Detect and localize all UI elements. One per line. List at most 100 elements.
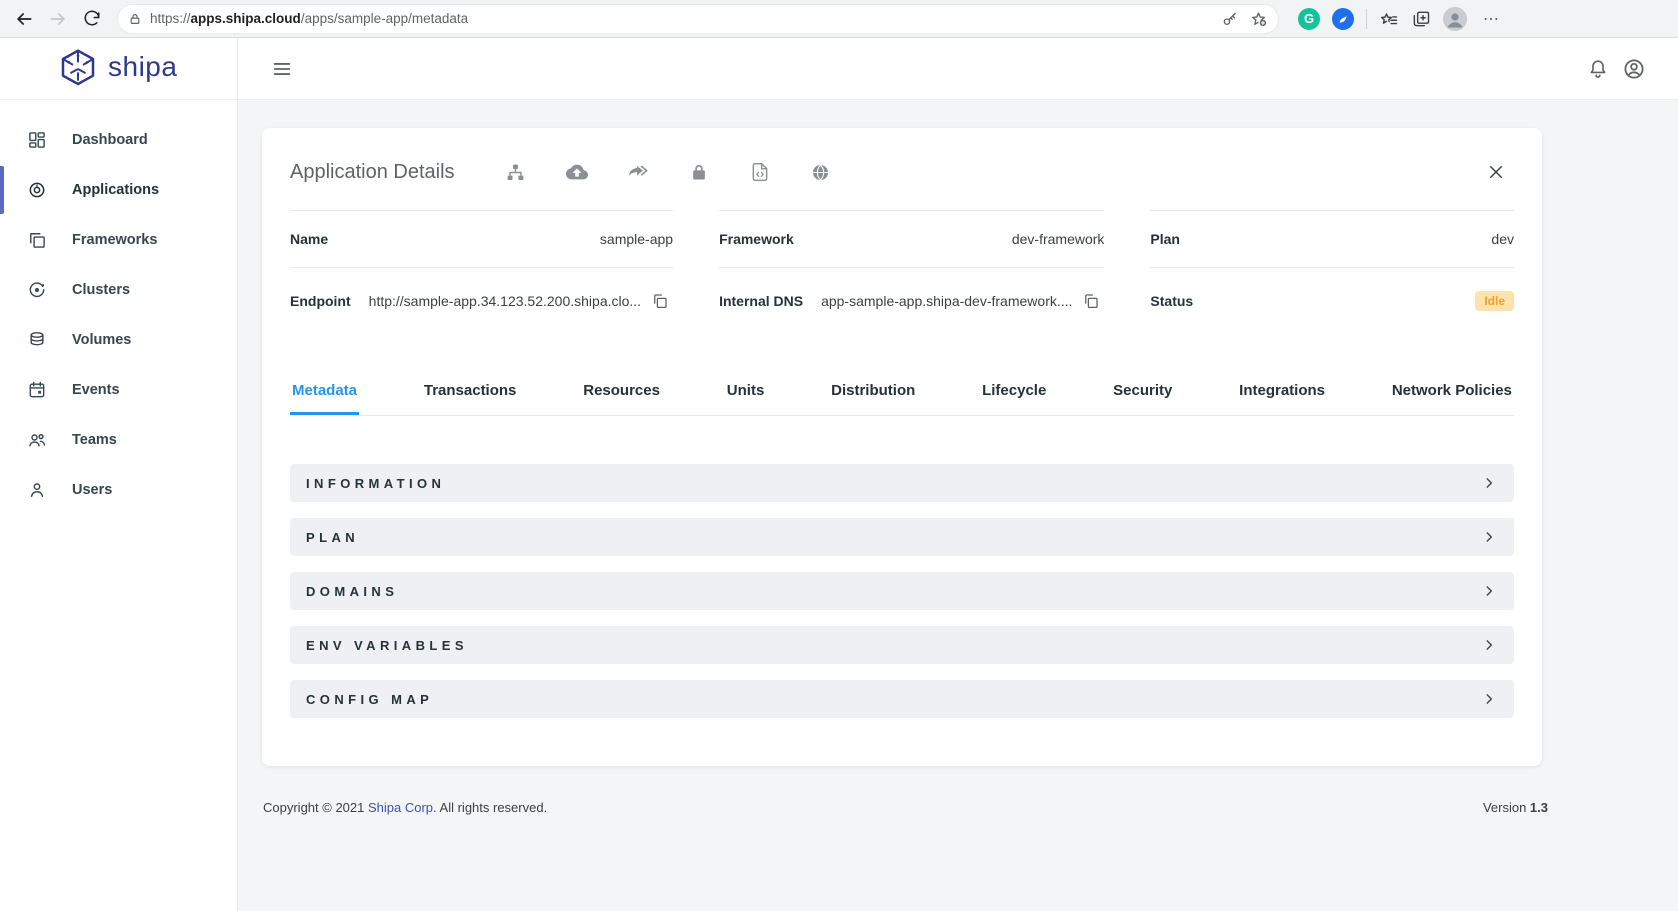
extension-glyph-icon [1339, 15, 1347, 22]
accordion-label: DOMAINS [306, 583, 399, 599]
blue-extension-icon[interactable] [1332, 7, 1354, 30]
copy-endpoint-button[interactable] [647, 288, 673, 314]
page-title: Application Details [290, 160, 455, 183]
sidebar-item-clusters[interactable]: Clusters [0, 265, 237, 315]
add-favorite-icon[interactable] [1249, 9, 1268, 28]
tab-transactions[interactable]: Transactions [422, 368, 519, 415]
chevron-right-icon [1482, 692, 1496, 706]
accordion-plan[interactable]: PLAN [290, 518, 1514, 556]
sidebar-nav: Dashboard Applications Frameworks Cluste… [0, 100, 237, 515]
tab-units[interactable]: Units [725, 368, 767, 415]
field-internal-dns: Internal DNS app-sample-app.shipa-dev-fr… [719, 267, 1105, 334]
applications-icon [27, 180, 47, 200]
sidebar-item-frameworks[interactable]: Frameworks [0, 215, 237, 265]
accordion-information[interactable]: INFORMATION [290, 464, 1514, 502]
chevron-right-icon [1482, 476, 1496, 490]
sidebar-toggle-button[interactable] [264, 51, 300, 87]
arrow-left-icon [17, 12, 32, 25]
globe-button[interactable] [806, 157, 836, 187]
field-value: sample-app [599, 231, 674, 247]
accordion-label: ENV VARIABLES [306, 637, 468, 653]
sidebar-item-label: Dashboard [72, 132, 148, 148]
copy-internal-dns-button[interactable] [1078, 288, 1104, 314]
field-label: Plan [1150, 231, 1180, 247]
browser-refresh-button[interactable] [78, 5, 106, 33]
close-icon [1490, 166, 1502, 178]
field-label: Internal DNS [719, 293, 804, 309]
sidebar: shipa Dashboard Applications Frameworks … [0, 38, 238, 911]
browser-forward-button[interactable] [44, 5, 72, 33]
volumes-database-icon [27, 330, 47, 350]
topbar [238, 38, 1678, 100]
accordion-domains[interactable]: DOMAINS [290, 572, 1514, 610]
browser-menu-button[interactable]: ⋯ [1479, 9, 1504, 29]
notifications-button[interactable] [1580, 51, 1616, 87]
field-status: Status Idle [1150, 267, 1514, 334]
field-value: dev [1491, 231, 1514, 247]
file-code-icon [752, 162, 767, 182]
tab-distribution[interactable]: Distribution [829, 368, 917, 415]
hamburger-menu-icon [273, 62, 291, 75]
file-code-button[interactable] [745, 157, 775, 187]
accordion-config-map[interactable]: CONFIG MAP [290, 680, 1514, 718]
chevron-right-icon [1482, 584, 1496, 598]
browser-back-button[interactable] [10, 5, 38, 33]
url-path: /apps/sample-app/metadata [300, 11, 469, 26]
sidebar-item-applications[interactable]: Applications [0, 165, 237, 215]
close-button[interactable] [1478, 154, 1514, 190]
topology-button[interactable] [501, 157, 531, 187]
fields-grid: Name sample-app Framework dev-framework … [290, 210, 1514, 334]
profile-silhouette-icon [1443, 6, 1467, 31]
bell-icon [1590, 59, 1606, 78]
lock-button[interactable] [684, 157, 714, 187]
accordion-label: INFORMATION [306, 475, 446, 491]
favorites-bar-icon[interactable] [1379, 9, 1399, 29]
copyright-prefix: Copyright © 2021 [263, 800, 368, 815]
password-key-icon[interactable] [1221, 10, 1239, 28]
tab-network-policies[interactable]: Network Policies [1390, 368, 1514, 415]
accordion-label: PLAN [306, 529, 360, 545]
sidebar-item-label: Volumes [72, 332, 132, 348]
accordion-env-variables[interactable]: ENV VARIABLES [290, 626, 1514, 664]
sidebar-item-label: Clusters [72, 282, 131, 298]
collections-icon[interactable] [1411, 9, 1431, 29]
card-action-icons [501, 157, 836, 187]
shipa-corp-link[interactable]: Shipa Corp [368, 800, 433, 815]
toolbar-divider [1366, 8, 1367, 29]
account-button[interactable] [1616, 51, 1652, 87]
grammarly-extension-icon[interactable]: G [1298, 7, 1320, 30]
tab-resources[interactable]: Resources [581, 368, 662, 415]
redirect-icon [628, 165, 648, 177]
tab-security[interactable]: Security [1111, 368, 1174, 415]
sidebar-item-teams[interactable]: Teams [0, 415, 237, 465]
chevron-right-icon [1482, 530, 1496, 544]
frameworks-icon [27, 230, 47, 250]
refresh-icon [84, 10, 100, 25]
sidebar-item-events[interactable]: Events [0, 365, 237, 415]
copy-icon [654, 294, 667, 309]
cloud-upload-button[interactable] [562, 157, 592, 187]
tab-metadata[interactable]: Metadata [290, 368, 360, 415]
field-value: http://sample-app.34.123.52.200.shipa.cl… [368, 293, 642, 309]
tab-bar: Metadata Transactions Resources Units Di… [290, 368, 1514, 416]
tab-integrations[interactable]: Integrations [1237, 368, 1327, 415]
tab-lifecycle[interactable]: Lifecycle [980, 368, 1048, 415]
redirect-button[interactable] [623, 157, 653, 187]
version-value: 1.3 [1529, 800, 1548, 815]
users-person-icon [27, 480, 47, 500]
status-badge: Idle [1475, 291, 1514, 311]
application-details-card: Application Details Name sample-app Fram… [262, 128, 1542, 766]
sidebar-item-volumes[interactable]: Volumes [0, 315, 237, 365]
sidebar-item-dashboard[interactable]: Dashboard [0, 115, 237, 165]
copyright-text: Copyright © 2021 Shipa Corp. All rights … [263, 800, 547, 815]
version-label: Version [1482, 800, 1530, 815]
sidebar-item-label: Teams [72, 432, 117, 448]
sidebar-item-users[interactable]: Users [0, 465, 237, 515]
address-bar[interactable]: https://apps.shipa.cloud/apps/sample-app… [118, 4, 1278, 33]
cloud-upload-icon [565, 164, 588, 180]
dashboard-grid-icon [27, 130, 47, 150]
field-value: app-sample-app.shipa-dev-framework.... [821, 293, 1073, 309]
site-lock-icon [130, 13, 140, 24]
copy-icon [1085, 294, 1099, 309]
browser-profile-avatar[interactable] [1443, 6, 1467, 31]
